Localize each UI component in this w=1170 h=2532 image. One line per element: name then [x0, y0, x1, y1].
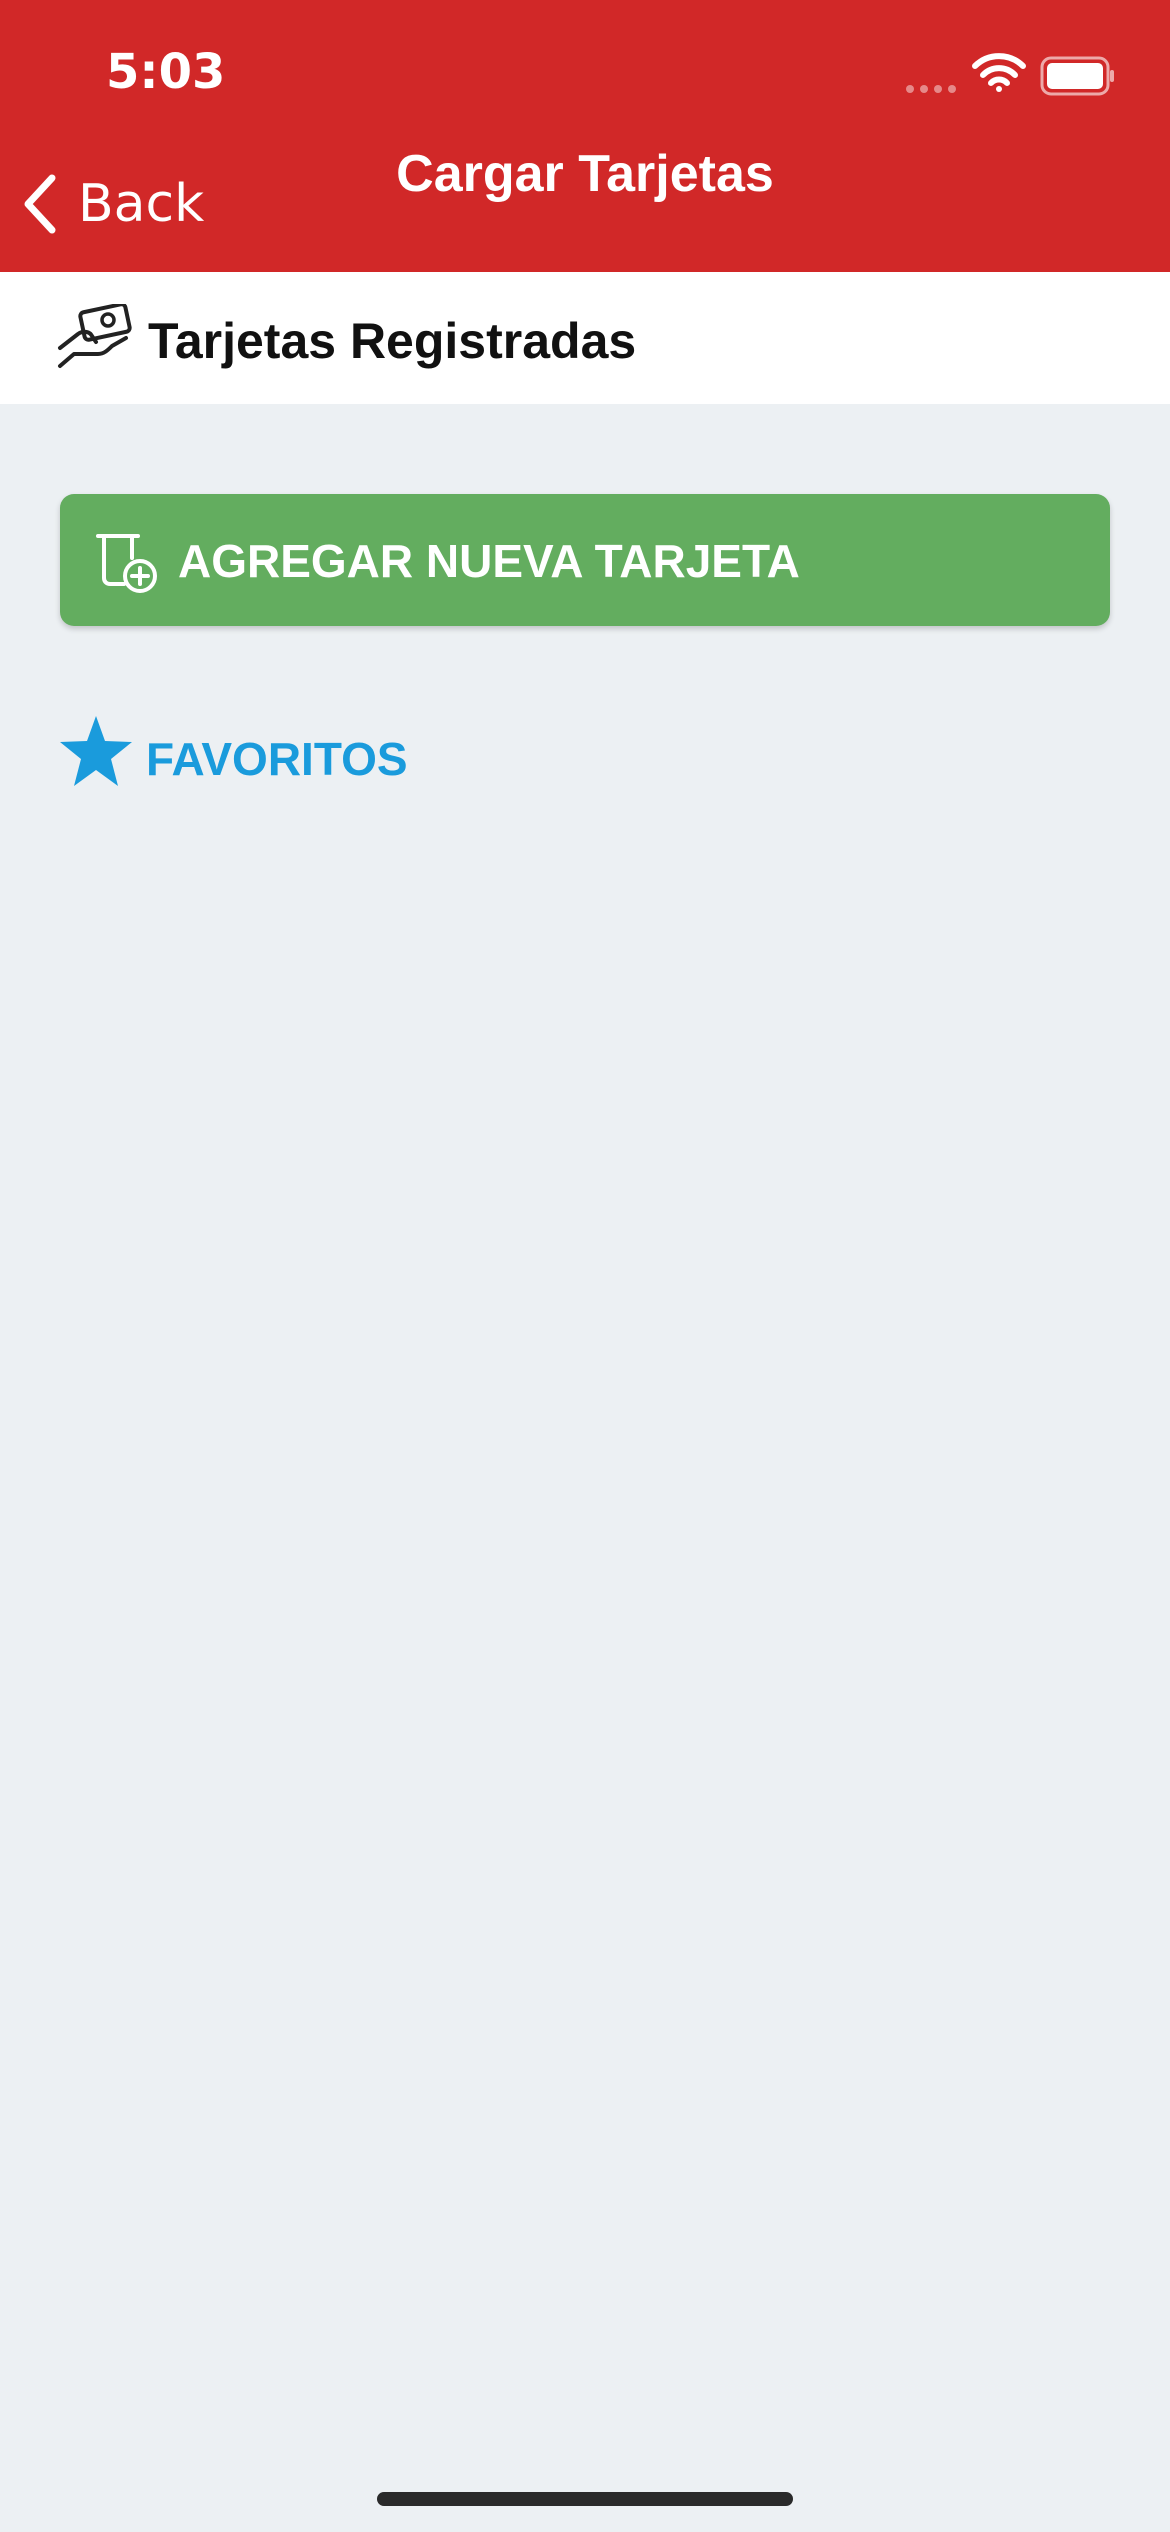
wifi-icon [972, 53, 1026, 92]
add-card-label: AGREGAR NUEVA TARJETA [178, 535, 800, 587]
add-new-card-button[interactable]: AGREGAR NUEVA TARJETA [60, 494, 1110, 626]
favorites-label: FAVORITOS [146, 733, 408, 785]
star-icon [60, 716, 132, 786]
cellular-signal-icon [906, 80, 962, 98]
card-in-hand-icon [58, 304, 132, 368]
navigation-header: 5:03 Back Cargar Tarjetas [0, 0, 1170, 272]
status-time: 5:03 [106, 44, 226, 100]
battery-icon [1040, 56, 1114, 96]
registered-cards-section: Tarjetas Registradas [0, 272, 1170, 404]
home-indicator [377, 2492, 793, 2506]
add-card-icon [96, 534, 157, 593]
section-title: Tarjetas Registradas [148, 313, 637, 369]
page-title: Cargar Tarjetas [396, 145, 774, 203]
